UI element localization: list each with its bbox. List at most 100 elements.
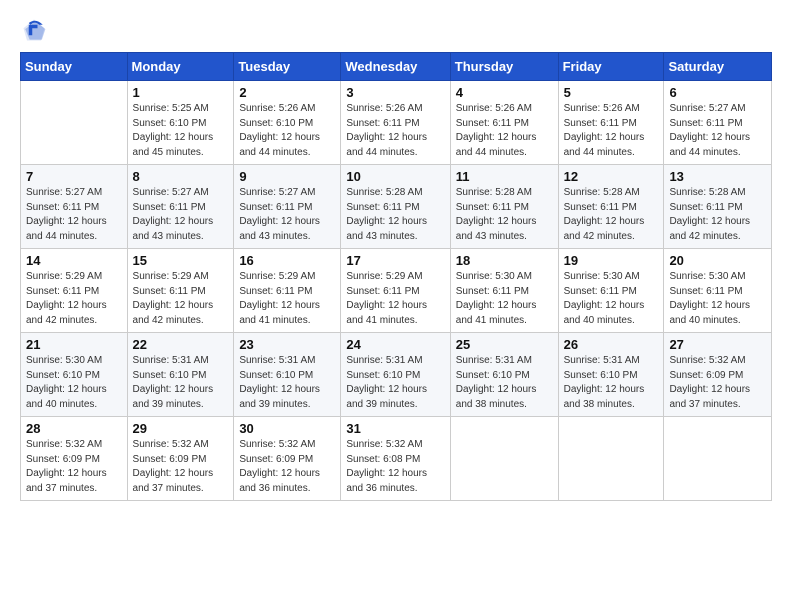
calendar-cell: 17 Sunrise: 5:29 AM Sunset: 6:11 PM Dayli… [341,249,450,333]
col-thursday: Thursday [450,53,558,81]
calendar-cell: 4 Sunrise: 5:26 AM Sunset: 6:11 PM Daylig… [450,81,558,165]
calendar-week-row: 1 Sunrise: 5:25 AM Sunset: 6:10 PM Daylig… [21,81,772,165]
header [20,16,772,44]
page: Sunday Monday Tuesday Wednesday Thursday… [0,0,792,612]
calendar-cell: 31 Sunrise: 5:32 AM Sunset: 6:08 PM Dayli… [341,417,450,501]
calendar-cell: 30Sunrise: 5:32 AM Sunset: 6:09 PM Dayli… [234,417,341,501]
calendar-cell [450,417,558,501]
col-saturday: Saturday [664,53,772,81]
day-info: Sunrise: 5:27 AM Sunset: 6:11 PM Dayligh… [26,186,122,244]
day-number: 1 [133,85,229,100]
calendar-cell: 1 Sunrise: 5:25 AM Sunset: 6:10 PM Daylig… [127,81,234,165]
day-info: Sunrise: 5:31 AM Sunset: 6:10 PM Dayligh… [456,354,553,412]
col-monday: Monday [127,53,234,81]
day-info: Sunrise: 5:29 AM Sunset: 6:11 PM Dayligh… [346,270,444,328]
calendar-cell: 2 Sunrise: 5:26 AM Sunset: 6:10 PM Daylig… [234,81,341,165]
calendar-cell: 22 Sunrise: 5:31 AM Sunset: 6:10 PM Dayli… [127,333,234,417]
day-number: 14 [26,253,122,268]
day-info: Sunrise: 5:25 AM Sunset: 6:10 PM Dayligh… [133,102,229,160]
day-number: 24 [346,337,444,352]
col-wednesday: Wednesday [341,53,450,81]
col-friday: Friday [558,53,664,81]
day-info: Sunrise: 5:31 AM Sunset: 6:10 PM Dayligh… [564,354,659,412]
calendar-cell: 26 Sunrise: 5:31 AM Sunset: 6:10 PM Dayli… [558,333,664,417]
calendar-cell: 12 Sunrise: 5:28 AM Sunset: 6:11 PM Dayli… [558,165,664,249]
day-number: 5 [564,85,659,100]
day-number: 23 [239,337,335,352]
day-info: Sunrise: 5:29 AM Sunset: 6:11 PM Dayligh… [26,270,122,328]
day-number: 29 [133,421,229,436]
calendar-week-row: 7 Sunrise: 5:27 AM Sunset: 6:11 PM Daylig… [21,165,772,249]
day-number: 6 [669,85,766,100]
day-number: 2 [239,85,335,100]
day-info: Sunrise: 5:26 AM Sunset: 6:10 PM Dayligh… [239,102,335,160]
calendar-week-row: 14 Sunrise: 5:29 AM Sunset: 6:11 PM Dayli… [21,249,772,333]
calendar-cell [21,81,128,165]
day-info: Sunrise: 5:27 AM Sunset: 6:11 PM Dayligh… [133,186,229,244]
calendar-cell: 8 Sunrise: 5:27 AM Sunset: 6:11 PM Daylig… [127,165,234,249]
calendar-week-row: 28 Sunrise: 5:32 AM Sunset: 6:09 PM Dayli… [21,417,772,501]
calendar-cell: 18Sunrise: 5:30 AM Sunset: 6:11 PM Dayli… [450,249,558,333]
day-info: Sunrise: 5:30 AM Sunset: 6:11 PM Dayligh… [669,270,766,328]
calendar-cell: 10 Sunrise: 5:28 AM Sunset: 6:11 PM Dayli… [341,165,450,249]
day-number: 31 [346,421,444,436]
day-info: Sunrise: 5:28 AM Sunset: 6:11 PM Dayligh… [456,186,553,244]
day-info: Sunrise: 5:32 AM Sunset: 6:09 PM Dayligh… [669,354,766,412]
calendar-cell: 23 Sunrise: 5:31 AM Sunset: 6:10 PM Dayli… [234,333,341,417]
calendar-cell: 19Sunrise: 5:30 AM Sunset: 6:11 PM Dayli… [558,249,664,333]
logo [20,16,52,44]
day-info: Sunrise: 5:29 AM Sunset: 6:11 PM Dayligh… [133,270,229,328]
calendar-cell: 3 Sunrise: 5:26 AM Sunset: 6:11 PM Daylig… [341,81,450,165]
calendar-cell: 13Sunrise: 5:28 AM Sunset: 6:11 PM Dayli… [664,165,772,249]
day-info: Sunrise: 5:26 AM Sunset: 6:11 PM Dayligh… [346,102,444,160]
calendar-cell [664,417,772,501]
day-info: Sunrise: 5:28 AM Sunset: 6:11 PM Dayligh… [564,186,659,244]
day-number: 28 [26,421,122,436]
day-number: 15 [133,253,229,268]
day-number: 21 [26,337,122,352]
day-number: 22 [133,337,229,352]
calendar-cell: 7 Sunrise: 5:27 AM Sunset: 6:11 PM Daylig… [21,165,128,249]
day-info: Sunrise: 5:32 AM Sunset: 6:08 PM Dayligh… [346,438,444,496]
calendar-cell: 29 Sunrise: 5:32 AM Sunset: 6:09 PM Dayli… [127,417,234,501]
day-info: Sunrise: 5:31 AM Sunset: 6:10 PM Dayligh… [346,354,444,412]
calendar-cell: 25 Sunrise: 5:31 AM Sunset: 6:10 PM Dayli… [450,333,558,417]
day-number: 10 [346,169,444,184]
day-number: 18 [456,253,553,268]
calendar-cell: 28Sunrise: 5:32 AM Sunset: 6:09 PM Dayli… [21,417,128,501]
calendar-cell [558,417,664,501]
calendar-cell: 14 Sunrise: 5:29 AM Sunset: 6:11 PM Dayli… [21,249,128,333]
day-info: Sunrise: 5:27 AM Sunset: 6:11 PM Dayligh… [669,102,766,160]
calendar-week-row: 21Sunrise: 5:30 AM Sunset: 6:10 PM Dayli… [21,333,772,417]
calendar-cell: 9Sunrise: 5:27 AM Sunset: 6:11 PM Daylig… [234,165,341,249]
calendar-cell: 20Sunrise: 5:30 AM Sunset: 6:11 PM Dayli… [664,249,772,333]
day-info: Sunrise: 5:29 AM Sunset: 6:11 PM Dayligh… [239,270,335,328]
day-info: Sunrise: 5:32 AM Sunset: 6:09 PM Dayligh… [239,438,335,496]
day-number: 9 [239,169,335,184]
calendar-cell: 11 Sunrise: 5:28 AM Sunset: 6:11 PM Dayli… [450,165,558,249]
day-number: 11 [456,169,553,184]
calendar-cell: 16 Sunrise: 5:29 AM Sunset: 6:11 PM Dayli… [234,249,341,333]
day-info: Sunrise: 5:28 AM Sunset: 6:11 PM Dayligh… [669,186,766,244]
day-number: 4 [456,85,553,100]
day-number: 8 [133,169,229,184]
calendar-cell: 24 Sunrise: 5:31 AM Sunset: 6:10 PM Dayli… [341,333,450,417]
logo-icon [20,16,48,44]
day-number: 25 [456,337,553,352]
day-info: Sunrise: 5:31 AM Sunset: 6:10 PM Dayligh… [133,354,229,412]
day-number: 7 [26,169,122,184]
day-number: 17 [346,253,444,268]
calendar-cell: 6 Sunrise: 5:27 AM Sunset: 6:11 PM Daylig… [664,81,772,165]
day-info: Sunrise: 5:28 AM Sunset: 6:11 PM Dayligh… [346,186,444,244]
day-number: 12 [564,169,659,184]
calendar-cell: 27 Sunrise: 5:32 AM Sunset: 6:09 PM Dayli… [664,333,772,417]
day-info: Sunrise: 5:31 AM Sunset: 6:10 PM Dayligh… [239,354,335,412]
calendar-table: Sunday Monday Tuesday Wednesday Thursday… [20,52,772,501]
day-info: Sunrise: 5:32 AM Sunset: 6:09 PM Dayligh… [133,438,229,496]
day-number: 26 [564,337,659,352]
col-sunday: Sunday [21,53,128,81]
day-number: 16 [239,253,335,268]
day-number: 27 [669,337,766,352]
day-info: Sunrise: 5:26 AM Sunset: 6:11 PM Dayligh… [456,102,553,160]
day-number: 3 [346,85,444,100]
